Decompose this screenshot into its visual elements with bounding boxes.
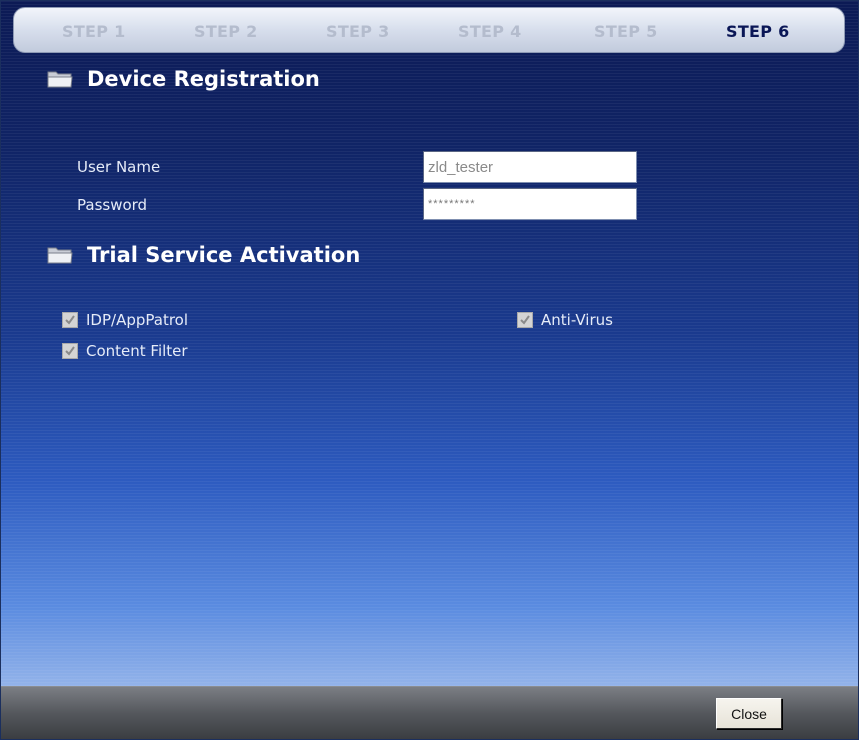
- anti-virus-label: Anti-Virus: [541, 311, 613, 329]
- idp-apppatrol-label: IDP/AppPatrol: [86, 311, 189, 329]
- password-label: Password: [77, 196, 148, 214]
- content-filter-option[interactable]: Content Filter: [62, 342, 188, 360]
- footer-bar: Close: [1, 686, 858, 739]
- checkmark-icon: [520, 315, 530, 325]
- step-4-tab[interactable]: STEP 4: [458, 22, 522, 41]
- step-3-tab[interactable]: STEP 3: [326, 22, 390, 41]
- password-input[interactable]: [423, 188, 637, 220]
- step-5-tab[interactable]: STEP 5: [594, 22, 658, 41]
- step-1-tab[interactable]: STEP 1: [62, 22, 126, 41]
- idp-apppatrol-checkbox[interactable]: [62, 312, 78, 328]
- step-2-tab[interactable]: STEP 2: [194, 22, 258, 41]
- anti-virus-checkbox[interactable]: [517, 312, 533, 328]
- checkmark-icon: [65, 315, 75, 325]
- wizard-window: STEP 1 STEP 2 STEP 3 STEP 4 STEP 5 STEP …: [0, 0, 859, 740]
- step-navigation: STEP 1 STEP 2 STEP 3 STEP 4 STEP 5 STEP …: [13, 7, 845, 53]
- folder-icon: [47, 245, 73, 265]
- username-input[interactable]: [423, 151, 637, 183]
- checkmark-icon: [65, 346, 75, 356]
- wizard-panel: STEP 1 STEP 2 STEP 3 STEP 4 STEP 5 STEP …: [1, 1, 858, 687]
- anti-virus-option[interactable]: Anti-Virus: [517, 311, 613, 329]
- trial-service-heading: Trial Service Activation: [47, 243, 360, 267]
- content-filter-label: Content Filter: [86, 342, 188, 360]
- trial-service-title: Trial Service Activation: [87, 243, 361, 267]
- close-button[interactable]: Close: [716, 698, 782, 729]
- step-6-tab[interactable]: STEP 6: [726, 22, 790, 41]
- content-filter-checkbox[interactable]: [62, 343, 78, 359]
- username-label: User Name: [77, 158, 161, 176]
- folder-icon: [47, 69, 73, 89]
- device-registration-heading: Device Registration: [47, 67, 320, 91]
- device-registration-title: Device Registration: [87, 67, 320, 91]
- idp-apppatrol-option[interactable]: IDP/AppPatrol: [62, 311, 188, 329]
